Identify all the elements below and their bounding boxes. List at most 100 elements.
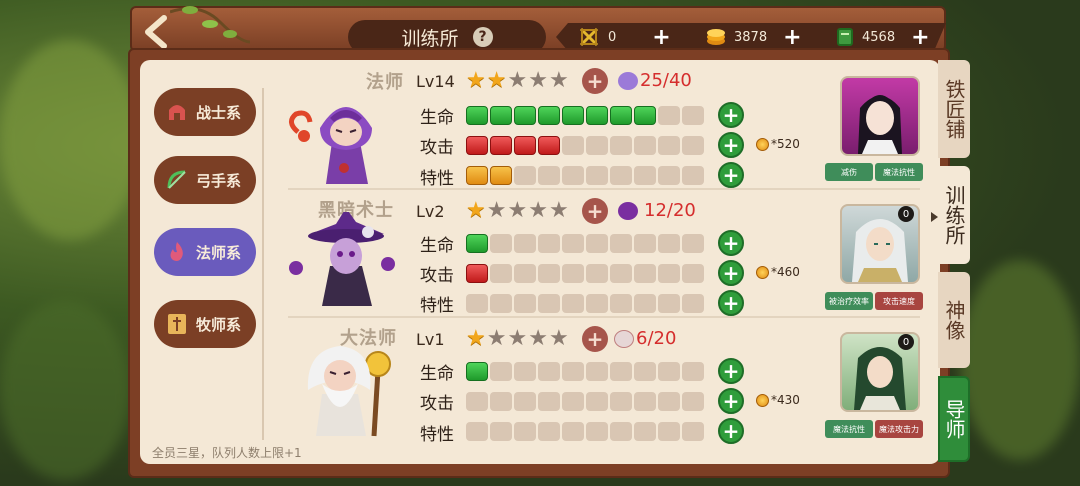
class-tab-priest[interactable]: 牧师系 bbox=[154, 300, 256, 348]
active-tab-indicator-icon bbox=[931, 212, 938, 222]
add-crystal-button[interactable]: + bbox=[652, 25, 670, 50]
pip-empty bbox=[538, 294, 560, 313]
stat-label-attack: 攻击 bbox=[420, 266, 454, 286]
pip-filled bbox=[538, 106, 560, 125]
pip-empty bbox=[658, 106, 680, 125]
upgrade-trait-button[interactable]: + bbox=[718, 418, 744, 444]
help-icon[interactable]: ? bbox=[472, 27, 493, 47]
pip-filled bbox=[490, 106, 512, 125]
resource-coins: 3878 + bbox=[706, 24, 802, 50]
class-tab-warrior[interactable]: 战士系 bbox=[154, 88, 256, 136]
mage-character-icon[interactable] bbox=[286, 92, 396, 192]
pip-empty bbox=[658, 422, 680, 441]
pip-empty bbox=[634, 294, 656, 313]
pip-empty bbox=[682, 136, 704, 155]
pip-empty bbox=[490, 362, 512, 381]
pip-filled bbox=[466, 166, 488, 185]
class-tab-label: 法师系 bbox=[196, 243, 242, 262]
trait-tags: 减伤 魔法抗性 bbox=[825, 163, 923, 181]
pip-empty bbox=[658, 234, 680, 253]
pip-empty bbox=[682, 264, 704, 283]
pip-empty bbox=[586, 264, 608, 283]
upgrade-hp-button[interactable]: + bbox=[718, 102, 744, 128]
hp-pips bbox=[466, 106, 704, 125]
side-tab-training[interactable]: 训练所 bbox=[938, 166, 970, 264]
pip-empty bbox=[610, 264, 632, 283]
star-empty-icon: ★ bbox=[548, 68, 569, 93]
upgrade-trait-button[interactable]: + bbox=[718, 162, 744, 188]
pip-empty bbox=[658, 136, 680, 155]
star-rating: ★ ★ ★ ★ ★ bbox=[466, 328, 569, 350]
pip-empty bbox=[658, 362, 680, 381]
pip-empty bbox=[490, 234, 512, 253]
side-tab-blacksmith[interactable]: 铁匠铺 bbox=[938, 60, 970, 158]
add-coins-button[interactable]: + bbox=[783, 25, 801, 50]
side-tab-label: 导师 bbox=[942, 399, 966, 439]
pip-empty bbox=[490, 264, 512, 283]
star-empty-icon: ★ bbox=[507, 68, 528, 93]
side-tab-label: 训练所 bbox=[942, 185, 966, 245]
coin-count: 3878 bbox=[734, 29, 768, 45]
upgrade-hp-button[interactable]: + bbox=[718, 358, 744, 384]
side-tab-mentor[interactable]: 导师 bbox=[938, 376, 970, 462]
upgrade-star-button[interactable]: + bbox=[582, 68, 608, 94]
scroll-icon bbox=[164, 311, 190, 337]
stat-label-attack: 攻击 bbox=[420, 394, 454, 414]
pip-empty bbox=[658, 294, 680, 313]
archmage-character-icon[interactable] bbox=[296, 340, 404, 444]
pip-empty bbox=[490, 392, 512, 411]
side-tab-label: 铁匠铺 bbox=[942, 79, 966, 139]
class-tab-archer[interactable]: 弓手系 bbox=[154, 156, 256, 204]
upgrade-star-button[interactable]: + bbox=[582, 326, 608, 352]
pip-empty bbox=[562, 392, 584, 411]
background-foliage bbox=[960, 260, 1080, 460]
cost-value: *460 bbox=[771, 265, 800, 279]
trait-tag: 魔法抗性 bbox=[825, 420, 873, 438]
pip-empty bbox=[634, 234, 656, 253]
upgrade-star-button[interactable]: + bbox=[582, 198, 608, 224]
pip-empty bbox=[538, 166, 560, 185]
trait-pips bbox=[466, 422, 704, 441]
trait-tags: 被治疗效率 攻击速度 bbox=[825, 292, 923, 310]
stat-label-attack: 攻击 bbox=[420, 138, 454, 158]
stat-label-trait: 特性 bbox=[420, 296, 454, 316]
pip-filled bbox=[466, 106, 488, 125]
stat-label-hp: 生命 bbox=[420, 364, 454, 384]
pip-filled bbox=[466, 136, 488, 155]
trait-tag: 减伤 bbox=[825, 163, 873, 181]
pip-empty bbox=[634, 166, 656, 185]
class-tab-label: 牧师系 bbox=[196, 315, 242, 334]
coin-icon bbox=[756, 393, 769, 407]
pip-empty bbox=[466, 294, 488, 313]
attack-pips bbox=[466, 136, 704, 155]
pip-empty bbox=[562, 234, 584, 253]
trait-tag: 魔法攻击力 bbox=[875, 420, 923, 438]
star-filled-icon: ★ bbox=[466, 68, 486, 93]
star-rating: ★ ★ ★ ★ ★ bbox=[466, 200, 569, 222]
pip-empty bbox=[562, 136, 584, 155]
pip-empty bbox=[610, 392, 632, 411]
coin-icon bbox=[756, 265, 769, 279]
upgrade-cost: *460 bbox=[756, 265, 800, 279]
star-filled-icon: ★ bbox=[466, 326, 486, 351]
star-empty-icon: ★ bbox=[548, 198, 569, 223]
upgrade-attack-button[interactable]: + bbox=[718, 260, 744, 286]
crystal-count: 0 bbox=[608, 29, 617, 45]
upgrade-attack-button[interactable]: + bbox=[718, 388, 744, 414]
mentor-portrait[interactable] bbox=[840, 76, 920, 156]
class-tab-mage[interactable]: 法师系 bbox=[154, 228, 256, 276]
add-books-button[interactable]: + bbox=[911, 25, 929, 50]
stat-label-hp: 生命 bbox=[420, 236, 454, 256]
pip-empty bbox=[490, 294, 512, 313]
pip-empty bbox=[514, 422, 536, 441]
upgrade-hp-button[interactable]: + bbox=[718, 230, 744, 256]
hp-pips bbox=[466, 362, 704, 381]
upgrade-trait-button[interactable]: + bbox=[718, 290, 744, 316]
side-tab-statue[interactable]: 神像 bbox=[938, 272, 970, 368]
background-foliage bbox=[0, 300, 130, 480]
dark-warlock-character-icon[interactable] bbox=[288, 208, 400, 312]
upgrade-attack-button[interactable]: + bbox=[718, 132, 744, 158]
archmage-fragment-icon bbox=[614, 330, 634, 348]
star-rating: ★ ★ ★ ★ ★ bbox=[466, 70, 569, 92]
hero-level: Lv1 bbox=[416, 330, 445, 349]
